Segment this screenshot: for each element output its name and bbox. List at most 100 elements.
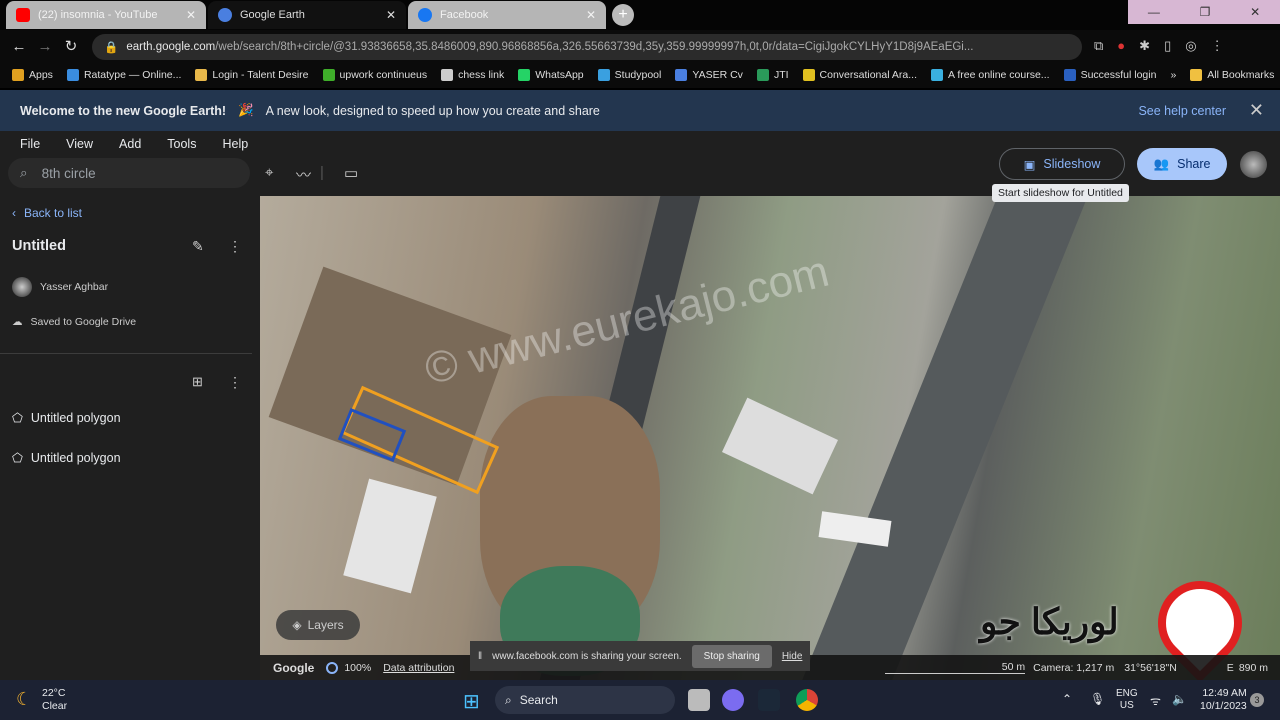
chrome-icon[interactable] [796, 689, 818, 711]
menu-tools[interactable]: Tools [167, 137, 196, 151]
bookmark-icon [756, 69, 769, 81]
help-center-link[interactable]: See help center [1138, 104, 1226, 118]
save-status: ☁ Saved to Google Drive [12, 316, 137, 328]
translate-icon[interactable]: ⧉ [1094, 38, 1103, 54]
menu-view[interactable]: View [66, 137, 93, 151]
bookmark-icon [931, 69, 943, 81]
reload-icon[interactable]: ↻ [58, 37, 84, 55]
bookmark-item[interactable]: WhatsApp [518, 69, 584, 81]
back-icon[interactable]: ← [6, 38, 32, 55]
list-item[interactable]: ⬠ Untitled polygon [12, 410, 121, 426]
bookmark-icon [195, 69, 208, 81]
bookmark-item[interactable]: Ratatype — Online... [66, 69, 181, 81]
share-button[interactable]: 👥 Share [1137, 148, 1227, 180]
new-tab-button[interactable]: + [612, 4, 634, 26]
close-tab-icon[interactable]: ✕ [386, 8, 396, 22]
path-icon[interactable]: 〰 [296, 164, 311, 185]
taskbar-search[interactable]: ⌕ Search [495, 686, 675, 714]
menu-add[interactable]: Add [119, 137, 141, 151]
close-icon[interactable]: ✕ [1249, 100, 1264, 121]
bookmark-item[interactable]: A free online course... [931, 69, 1050, 81]
avatar[interactable] [1240, 151, 1267, 178]
bookmark-icon [66, 69, 79, 81]
hide-button[interactable]: Hide [782, 651, 803, 662]
menu-icon[interactable]: ⋮ [1211, 38, 1224, 54]
bookmark-item[interactable]: upwork continueus [322, 69, 427, 81]
project-title: Untitled [12, 238, 66, 254]
pause-icon: ‖ [478, 650, 483, 662]
list-item[interactable]: ⬠ Untitled polygon [12, 450, 121, 466]
close-tab-icon[interactable]: ✕ [186, 8, 196, 22]
new-folder-icon[interactable]: ⊞ [192, 374, 203, 390]
bookmark-item[interactable]: Login - Talent Desire [195, 69, 309, 81]
placemark-icon[interactable]: ⌖ [265, 164, 273, 181]
bookmark-item[interactable]: YASER Cv [675, 69, 743, 81]
taskbar: ☾ 22°C Clear ⊞ ⌕ Search ⌃ 🎙 ENG US ᯤ 🔈 12:4… [0, 680, 1280, 720]
divider: | [320, 164, 324, 181]
all-bookmarks-button[interactable]: All Bookmarks [1190, 69, 1274, 81]
bookmark-icon [441, 69, 454, 81]
facebook-icon [418, 8, 432, 22]
steam-icon[interactable] [758, 689, 780, 711]
bookmark-icon [518, 69, 531, 81]
bookmark-item[interactable]: Studypool [597, 69, 661, 81]
weather-widget[interactable]: 22°C Clear [42, 687, 67, 713]
moon-icon: ☾ [16, 689, 33, 709]
ruler-icon[interactable]: ▭ [344, 164, 358, 182]
profile-icon[interactable]: ◎ [1185, 38, 1196, 54]
clock[interactable]: 12:49 AM 10/1/2023 [1200, 687, 1247, 713]
bookmark-icon [802, 69, 815, 81]
extensions: ⧉ ● ✱ ▯ ◎ ⋮ [1094, 38, 1224, 54]
wifi-icon[interactable]: ᯤ [1150, 692, 1161, 709]
search-input[interactable]: ⌕ 8th circle [8, 158, 250, 188]
satellite-map[interactable]: © www.eurekajo.com ◈ Layers لوريكا جو [260, 196, 1280, 680]
building [722, 397, 838, 495]
tab-facebook[interactable]: Facebook ✕ [408, 1, 606, 29]
more-icon[interactable]: ⋮ [228, 238, 242, 255]
address-bar[interactable]: 🔒 earth.google.com/web/search/8th+circle/… [92, 34, 1082, 60]
address-toolbar: ← → ↻ 🔒 earth.google.com/web/search/8th+c… [0, 30, 1280, 62]
google-earth-icon [218, 8, 232, 22]
teams-icon[interactable] [722, 689, 744, 711]
bookmark-item[interactable]: chess link [441, 69, 504, 81]
chevron-up-icon[interactable]: ⌃ [1062, 692, 1072, 706]
data-attribution-link[interactable]: Data attribution [383, 662, 454, 674]
back-to-list-link[interactable]: ‹ Back to list [12, 206, 82, 220]
puzzle-icon[interactable]: ✱ [1139, 38, 1150, 54]
language-indicator[interactable]: ENG US [1116, 688, 1138, 712]
volume-icon[interactable]: 🔈 [1172, 692, 1187, 706]
close-tab-icon[interactable]: ✕ [586, 8, 596, 22]
polygon-icon: ⬠ [12, 451, 23, 465]
bookmark-item[interactable]: Conversational Ara... [802, 69, 917, 81]
building [343, 478, 437, 594]
more-bookmarks-button[interactable]: » [1170, 69, 1176, 81]
bookmark-item[interactable]: JTI [756, 69, 789, 81]
close-window-icon[interactable]: ✕ [1250, 5, 1260, 19]
minimize-icon[interactable]: — [1148, 5, 1160, 19]
layers-icon: ◈ [292, 618, 302, 632]
stop-sharing-button[interactable]: Stop sharing [691, 644, 772, 668]
windows-start-icon[interactable]: ⊞ [463, 689, 480, 714]
notification-badge[interactable]: 3 [1250, 693, 1264, 707]
forward-icon[interactable]: → [32, 38, 58, 55]
slideshow-button[interactable]: ▣ Slideshow [999, 148, 1125, 180]
tab-youtube[interactable]: (22) insomnia - YouTube ✕ [6, 1, 206, 29]
tab-google-earth[interactable]: Google Earth ✕ [208, 1, 406, 29]
bookmark-icon [322, 69, 335, 81]
bookmark-item[interactable]: Successful login [1063, 69, 1156, 81]
side-panel-icon[interactable]: ▯ [1164, 38, 1171, 54]
maximize-icon[interactable]: ❐ [1200, 5, 1211, 19]
bookmark-icon [597, 69, 610, 81]
edit-icon[interactable]: ✎ [192, 238, 204, 255]
bookmarks-bar: Apps Ratatype — Online... Login - Talent D… [0, 62, 1280, 88]
screen-share-bar: ‖ www.facebook.com is sharing your screen… [470, 641, 810, 671]
microphone-icon[interactable]: 🎙 [1090, 692, 1105, 706]
brave-icon[interactable]: ● [1117, 38, 1125, 54]
menu-help[interactable]: Help [222, 137, 248, 151]
menu-file[interactable]: File [20, 137, 40, 151]
task-view-icon[interactable] [688, 689, 710, 711]
bookmark-item[interactable]: Apps [12, 69, 53, 81]
layers-button[interactable]: ◈ Layers [276, 610, 360, 640]
more-icon[interactable]: ⋮ [228, 374, 242, 391]
google-logo: Google [273, 660, 315, 675]
